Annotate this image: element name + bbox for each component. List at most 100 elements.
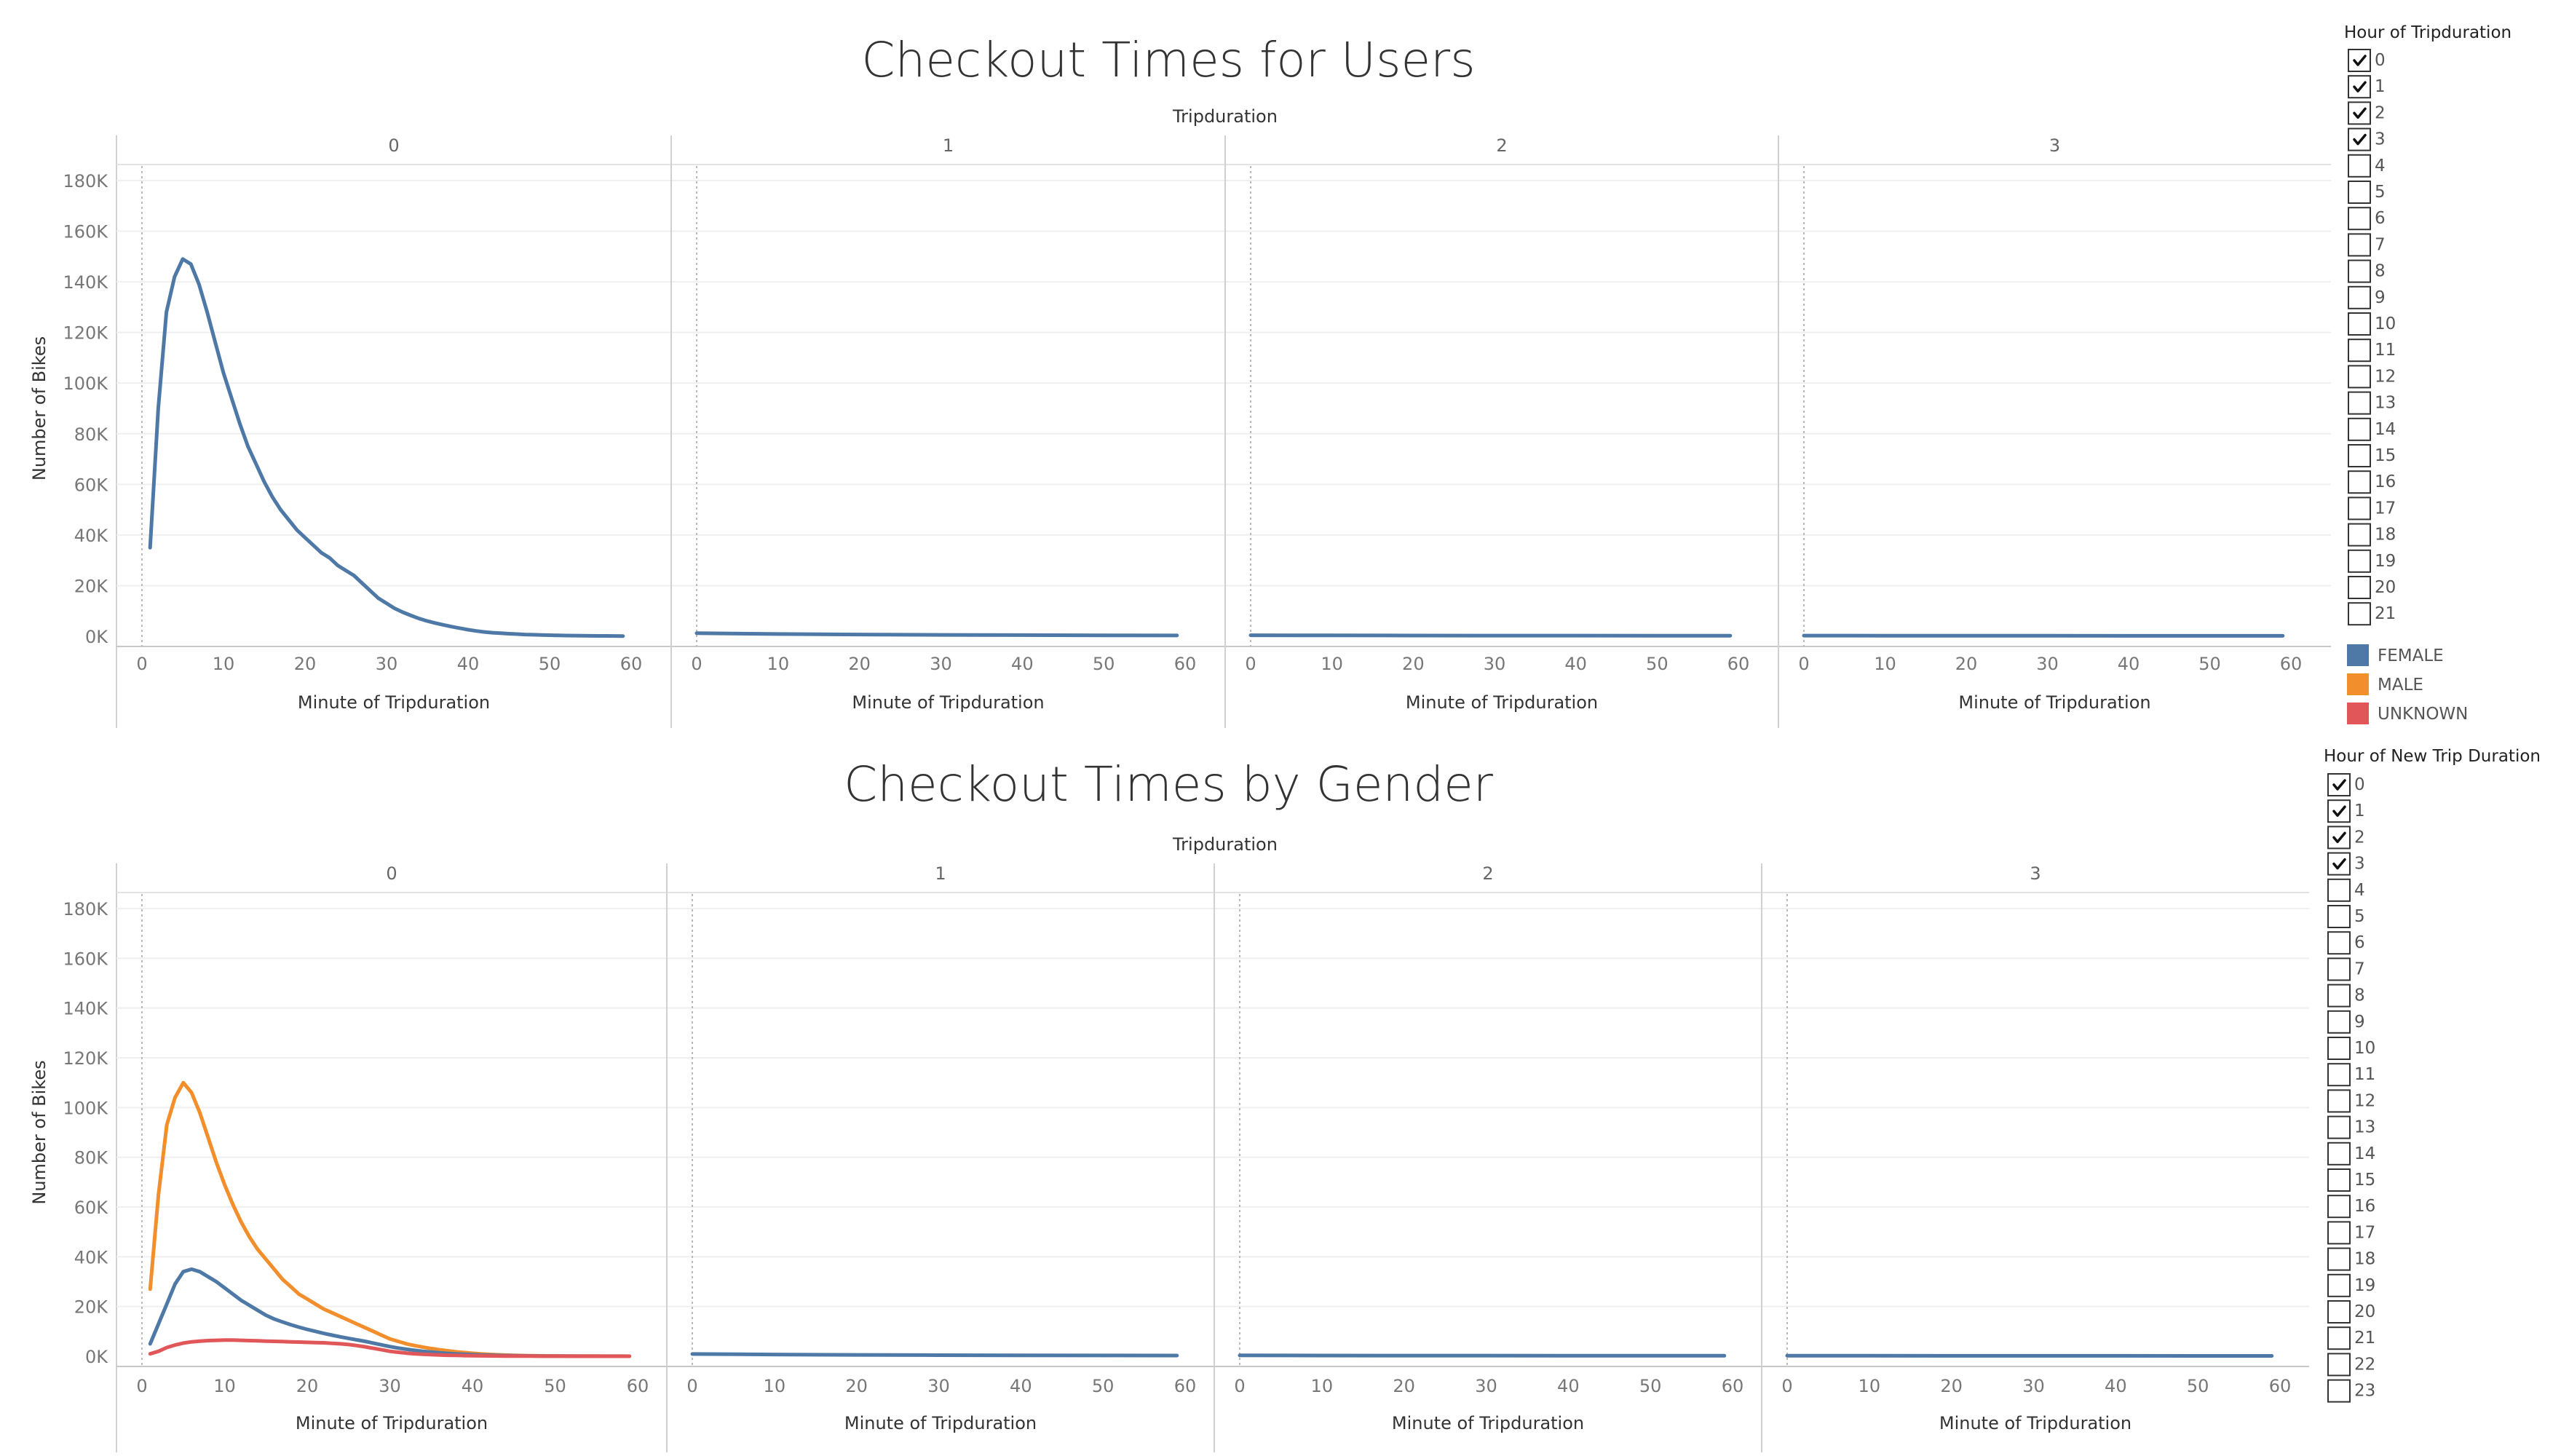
filter-item-9[interactable]: 9 [2327, 1010, 2365, 1034]
filter-item-16[interactable]: 16 [2327, 1195, 2375, 1219]
filter-checkbox[interactable] [2327, 1353, 2351, 1377]
filter-item-23[interactable]: 23 [2327, 1379, 2375, 1403]
filter-checkbox[interactable] [2327, 852, 2351, 876]
filter-checkbox[interactable] [2348, 233, 2371, 257]
filter-item-11[interactable]: 11 [2348, 339, 2396, 363]
filter-checkbox[interactable] [2348, 444, 2371, 467]
filter-item-8[interactable]: 8 [2327, 984, 2365, 1008]
filter-item-3[interactable]: 3 [2327, 852, 2365, 876]
filter-checkbox[interactable] [2327, 1326, 2351, 1350]
filter-item-label: 12 [2354, 1091, 2375, 1110]
filter-item-1[interactable]: 1 [2327, 799, 2365, 823]
filter-item-12[interactable]: 12 [2327, 1089, 2375, 1113]
filter-checkbox[interactable] [2348, 259, 2371, 283]
filter-item-13[interactable]: 13 [2348, 391, 2396, 415]
filter-item-9[interactable]: 9 [2348, 285, 2386, 309]
filter-checkbox[interactable] [2348, 154, 2371, 178]
filter-item-2[interactable]: 2 [2348, 101, 2386, 125]
filter-checkbox[interactable] [2348, 576, 2371, 599]
filter-checkbox[interactable] [2327, 1037, 2351, 1060]
filter-checkbox[interactable] [2327, 1247, 2351, 1271]
filter-item-15[interactable]: 15 [2348, 444, 2396, 467]
filter-item-21[interactable]: 21 [2327, 1326, 2375, 1350]
filter-checkbox[interactable] [2327, 1115, 2351, 1139]
filter-checkbox[interactable] [2348, 75, 2371, 99]
filter-item-7[interactable]: 7 [2327, 957, 2365, 981]
x-axis-title: Minute of Tripduration [1939, 1413, 2131, 1433]
filter-checkbox[interactable] [2348, 127, 2371, 151]
filter-checkbox[interactable] [2327, 1063, 2351, 1087]
filter-checkbox[interactable] [2327, 905, 2351, 928]
filter-item-7[interactable]: 7 [2348, 233, 2386, 257]
filter-checkbox[interactable] [2327, 826, 2351, 850]
filter-item-0[interactable]: 0 [2327, 773, 2365, 796]
filter-item-5[interactable]: 5 [2348, 181, 2386, 204]
filter-checkbox[interactable] [2348, 49, 2371, 72]
filter-checkbox[interactable] [2348, 285, 2371, 309]
filter-checkbox[interactable] [2348, 207, 2371, 231]
filter-checkbox[interactable] [2348, 470, 2371, 494]
filter-item-11[interactable]: 11 [2327, 1063, 2375, 1087]
filter-item-5[interactable]: 5 [2327, 905, 2365, 928]
filter-item-4[interactable]: 4 [2348, 154, 2386, 178]
filter-item-14[interactable]: 14 [2327, 1142, 2375, 1166]
filter-item-6[interactable]: 6 [2348, 207, 2386, 231]
legend-label: MALE [2378, 676, 2423, 695]
filter-checkbox[interactable] [2348, 365, 2371, 389]
filter-checkbox[interactable] [2327, 878, 2351, 902]
filter-item-0[interactable]: 0 [2348, 49, 2386, 72]
filter-checkbox[interactable] [2327, 1168, 2351, 1192]
filter-checkbox[interactable] [2348, 602, 2371, 626]
filter-checkbox[interactable] [2327, 1300, 2351, 1324]
filter-item-1[interactable]: 1 [2348, 75, 2386, 99]
filter-item-14[interactable]: 14 [2348, 417, 2396, 441]
filter-item-4[interactable]: 4 [2327, 878, 2365, 902]
filter-checkbox[interactable] [2348, 339, 2371, 363]
filter-checkbox[interactable] [2348, 101, 2371, 125]
filter-item-21[interactable]: 21 [2348, 602, 2396, 626]
filter-checkbox[interactable] [2327, 1379, 2351, 1403]
filter-checkbox[interactable] [2348, 181, 2371, 204]
filter-item-6[interactable]: 6 [2327, 931, 2365, 955]
filter-item-19[interactable]: 19 [2348, 549, 2396, 573]
filter-item-8[interactable]: 8 [2348, 259, 2386, 283]
filter-item-16[interactable]: 16 [2348, 470, 2396, 494]
filter-checkbox[interactable] [2327, 1010, 2351, 1034]
legend-label: UNKNOWN [2378, 705, 2468, 724]
filter-item-19[interactable]: 19 [2327, 1273, 2375, 1297]
filter-item-2[interactable]: 2 [2327, 826, 2365, 850]
filter-checkbox[interactable] [2327, 984, 2351, 1008]
filter-item-12[interactable]: 12 [2348, 365, 2396, 389]
filter-item-13[interactable]: 13 [2327, 1115, 2375, 1139]
filter-item-22[interactable]: 22 [2327, 1353, 2375, 1377]
filter-item-18[interactable]: 18 [2348, 523, 2396, 547]
filter-item-20[interactable]: 20 [2348, 576, 2396, 599]
filter-item-3[interactable]: 3 [2348, 127, 2386, 151]
filter-item-15[interactable]: 15 [2327, 1168, 2375, 1192]
filter-checkbox[interactable] [2327, 931, 2351, 955]
filter-hour-of-tripduration: Hour of Tripduration01234567891011121314… [2344, 23, 2511, 626]
filter-item-label: 7 [2354, 960, 2365, 978]
filter-item-17[interactable]: 17 [2327, 1221, 2375, 1245]
filter-checkbox[interactable] [2327, 1142, 2351, 1166]
filter-item-10[interactable]: 10 [2348, 312, 2396, 336]
filter-checkbox[interactable] [2348, 549, 2371, 573]
filter-item-20[interactable]: 20 [2327, 1300, 2375, 1324]
filter-checkbox[interactable] [2348, 496, 2371, 521]
filter-checkbox[interactable] [2327, 1089, 2351, 1113]
filter-checkbox[interactable] [2327, 773, 2351, 796]
filter-checkbox[interactable] [2348, 391, 2371, 415]
filter-checkbox[interactable] [2348, 312, 2371, 336]
filter-item-17[interactable]: 17 [2348, 496, 2396, 521]
filter-checkbox[interactable] [2327, 799, 2351, 823]
legend-swatch [2347, 673, 2369, 695]
filter-checkbox[interactable] [2348, 417, 2371, 441]
filter-item-18[interactable]: 18 [2327, 1247, 2375, 1271]
filter-item-10[interactable]: 10 [2327, 1037, 2375, 1060]
filter-checkbox[interactable] [2327, 1273, 2351, 1297]
x-tick-label: 30 [2022, 1376, 2045, 1396]
filter-checkbox[interactable] [2327, 1221, 2351, 1245]
filter-checkbox[interactable] [2327, 1195, 2351, 1219]
filter-checkbox[interactable] [2327, 957, 2351, 981]
filter-checkbox[interactable] [2348, 523, 2371, 547]
